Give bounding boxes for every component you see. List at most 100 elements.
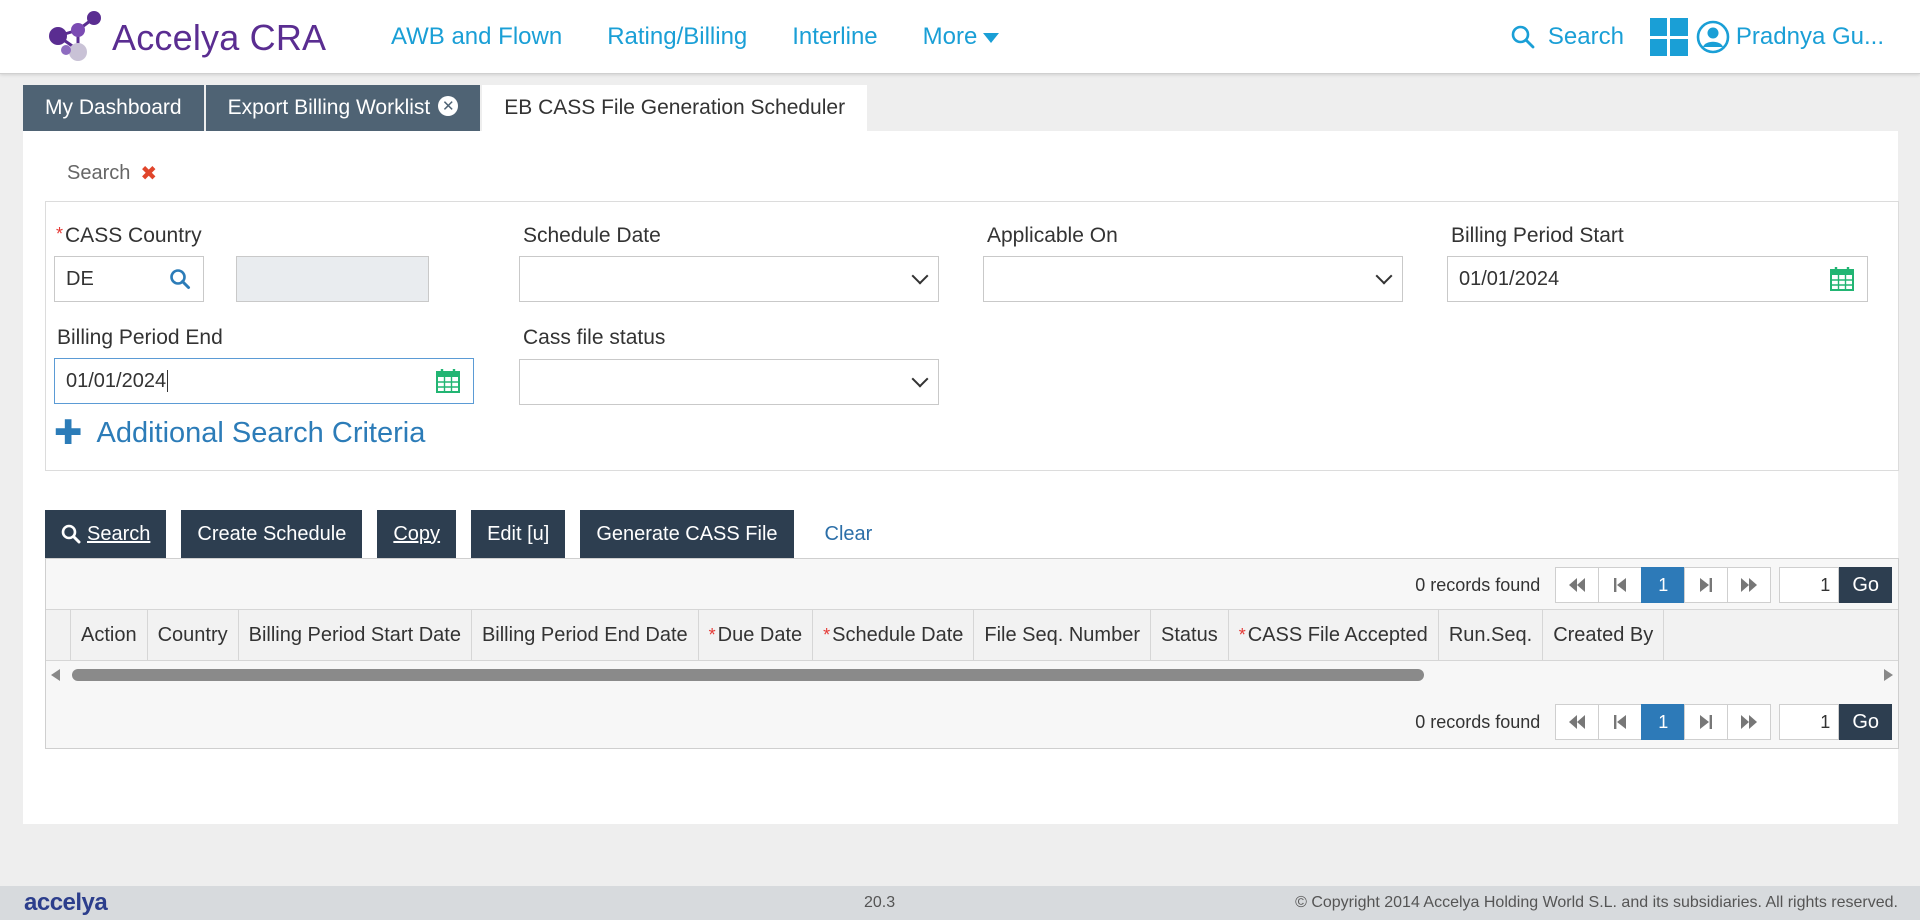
close-icon[interactable]: ✖ xyxy=(140,161,157,186)
billing-period-start-input[interactable]: 01/01/2024 xyxy=(1447,256,1868,302)
billing-period-end-value: 01/01/2024 xyxy=(66,369,167,392)
page-number-input[interactable]: 1 xyxy=(1779,567,1840,603)
cass-country-input[interactable]: DE xyxy=(54,256,204,302)
page-tabs: My Dashboard Export Billing Worklist ✕ E… xyxy=(23,85,869,131)
action-button-row: Search Create Schedule Copy Edit [u] Gen… xyxy=(45,510,872,558)
column-header-schedule-date[interactable]: * Schedule Date xyxy=(813,610,975,660)
column-header-billing-period-start-date[interactable]: Billing Period Start Date xyxy=(239,610,472,660)
schedule-date-select[interactable] xyxy=(519,256,939,302)
grid-header: Action Country Billing Period Start Date… xyxy=(46,609,1898,661)
cass-country-label: *CASS Country xyxy=(56,224,202,247)
search-criteria-box: *CASS Country DE Schedule Date Applicabl… xyxy=(45,201,1899,471)
tab-eb-cass-file-generation-scheduler[interactable]: EB CASS File Generation Scheduler xyxy=(482,85,868,131)
last-page-icon[interactable] xyxy=(1727,567,1772,603)
footer-brand-logo: accelya xyxy=(24,889,108,916)
user-menu[interactable]: Pradnya Gu... xyxy=(1696,20,1884,54)
app-logo[interactable]: Accelya CRA xyxy=(44,8,326,68)
column-header-status[interactable]: Status xyxy=(1151,610,1229,660)
generate-cass-file-button[interactable]: Generate CASS File xyxy=(580,510,794,558)
global-search-label: Search xyxy=(1547,23,1624,50)
required-marker: * xyxy=(823,624,831,645)
pager-top: 0 records found 1 1 Go xyxy=(1415,567,1892,603)
tab-label: My Dashboard xyxy=(45,96,182,119)
generate-cass-file-label: Generate CASS File xyxy=(596,522,778,545)
current-page-button[interactable]: 1 xyxy=(1641,567,1686,603)
column-header-run-seq[interactable]: Run.Seq. xyxy=(1439,610,1544,660)
cass-country-name-field xyxy=(236,256,429,302)
calendar-icon[interactable] xyxy=(435,368,461,394)
lookup-search-icon[interactable] xyxy=(169,268,191,290)
column-header-country[interactable]: Country xyxy=(148,610,239,660)
main-panel: Search ✖ *CASS Country DE Schedule Date … xyxy=(23,131,1899,824)
next-page-icon[interactable] xyxy=(1684,567,1729,603)
prev-page-icon[interactable] xyxy=(1598,567,1643,603)
column-header-billing-period-end-date[interactable]: Billing Period End Date xyxy=(472,610,699,660)
scroll-right-icon[interactable] xyxy=(1884,669,1893,681)
nav-more[interactable]: More xyxy=(923,23,1000,51)
page-number-input[interactable]: 1 xyxy=(1779,704,1840,740)
tab-export-billing-worklist[interactable]: Export Billing Worklist ✕ xyxy=(205,85,481,131)
schedule-date-label: Schedule Date xyxy=(523,224,661,247)
edit-label: Edit [u] xyxy=(487,522,550,545)
cass-file-status-label: Cass file status xyxy=(523,326,666,349)
billing-period-end-input[interactable]: 01/01/2024 xyxy=(54,358,474,404)
search-icon xyxy=(61,524,81,544)
tab-my-dashboard[interactable]: My Dashboard xyxy=(23,85,204,131)
scroll-left-icon[interactable] xyxy=(51,669,60,681)
nav-rating-billing[interactable]: Rating/Billing xyxy=(607,23,747,51)
clear-link[interactable]: Clear xyxy=(825,523,873,546)
top-bar: Accelya CRA AWB and Flown Rating/Billing… xyxy=(0,0,1920,74)
caret-down-icon xyxy=(983,33,1000,43)
records-count: 0 records found xyxy=(1415,574,1541,595)
scrollbar-thumb[interactable] xyxy=(72,669,1424,681)
results-grid: 0 records found 1 1 Go Action Country Bi… xyxy=(45,558,1899,749)
row-select-column xyxy=(46,610,71,660)
go-button[interactable]: Go xyxy=(1839,567,1892,603)
next-page-icon[interactable] xyxy=(1684,704,1729,740)
search-section-header: Search ✖ xyxy=(67,161,157,186)
applicable-on-select[interactable] xyxy=(983,256,1403,302)
search-button[interactable]: Search xyxy=(45,510,167,558)
search-icon xyxy=(1511,25,1535,49)
cass-file-status-select[interactable] xyxy=(519,359,939,405)
applicable-on-label: Applicable On xyxy=(987,224,1118,247)
search-section-title: Search xyxy=(67,162,131,184)
chevron-down-icon xyxy=(911,370,929,388)
column-header-action[interactable]: Action xyxy=(71,610,148,660)
nav-more-label: More xyxy=(922,23,978,50)
required-marker: * xyxy=(1238,624,1246,645)
column-header-cass-file-accepted[interactable]: * CASS File Accepted xyxy=(1229,610,1439,660)
footer: accelya 20.3 © Copyright 2014 Accelya Ho… xyxy=(0,886,1920,920)
prev-page-icon[interactable] xyxy=(1598,704,1643,740)
last-page-icon[interactable] xyxy=(1727,704,1772,740)
nav-interline[interactable]: Interline xyxy=(792,23,877,51)
tab-label: EB CASS File Generation Scheduler xyxy=(504,96,846,119)
edit-button[interactable]: Edit [u] xyxy=(471,510,566,558)
column-header-created-by[interactable]: Created By xyxy=(1543,610,1665,660)
app-title: Accelya CRA xyxy=(112,17,327,58)
current-page-button[interactable]: 1 xyxy=(1641,704,1686,740)
billing-period-start-label: Billing Period Start xyxy=(1451,224,1624,247)
billing-period-end-label: Billing Period End xyxy=(57,326,223,349)
copy-button[interactable]: Copy xyxy=(377,510,457,558)
pager-bottom: 0 records found 1 1 Go xyxy=(1415,704,1892,740)
column-header-due-date[interactable]: * Due Date xyxy=(699,610,814,660)
first-page-icon[interactable] xyxy=(1555,704,1600,740)
additional-search-criteria-toggle[interactable]: ✚ Additional Search Criteria xyxy=(54,416,425,450)
column-header-file-seq-number[interactable]: File Seq. Number xyxy=(974,610,1151,660)
required-marker: * xyxy=(708,624,716,645)
nav-awb-and-flown[interactable]: AWB and Flown xyxy=(391,23,562,51)
horizontal-scrollbar[interactable] xyxy=(46,667,1898,683)
records-count: 0 records found xyxy=(1415,711,1541,732)
main-nav: AWB and Flown Rating/Billing Interline M… xyxy=(391,0,1044,74)
go-button[interactable]: Go xyxy=(1839,704,1892,740)
create-schedule-button[interactable]: Create Schedule xyxy=(181,510,363,558)
global-search-button[interactable]: Search xyxy=(1510,23,1624,51)
tab-label: Export Billing Worklist xyxy=(227,96,431,119)
apps-grid-icon[interactable] xyxy=(1649,18,1688,56)
calendar-icon[interactable] xyxy=(1829,266,1855,292)
first-page-icon[interactable] xyxy=(1555,567,1600,603)
close-circle-icon[interactable]: ✕ xyxy=(438,96,459,116)
user-name: Pradnya Gu... xyxy=(1735,23,1884,50)
plus-icon: ✚ xyxy=(54,414,83,452)
